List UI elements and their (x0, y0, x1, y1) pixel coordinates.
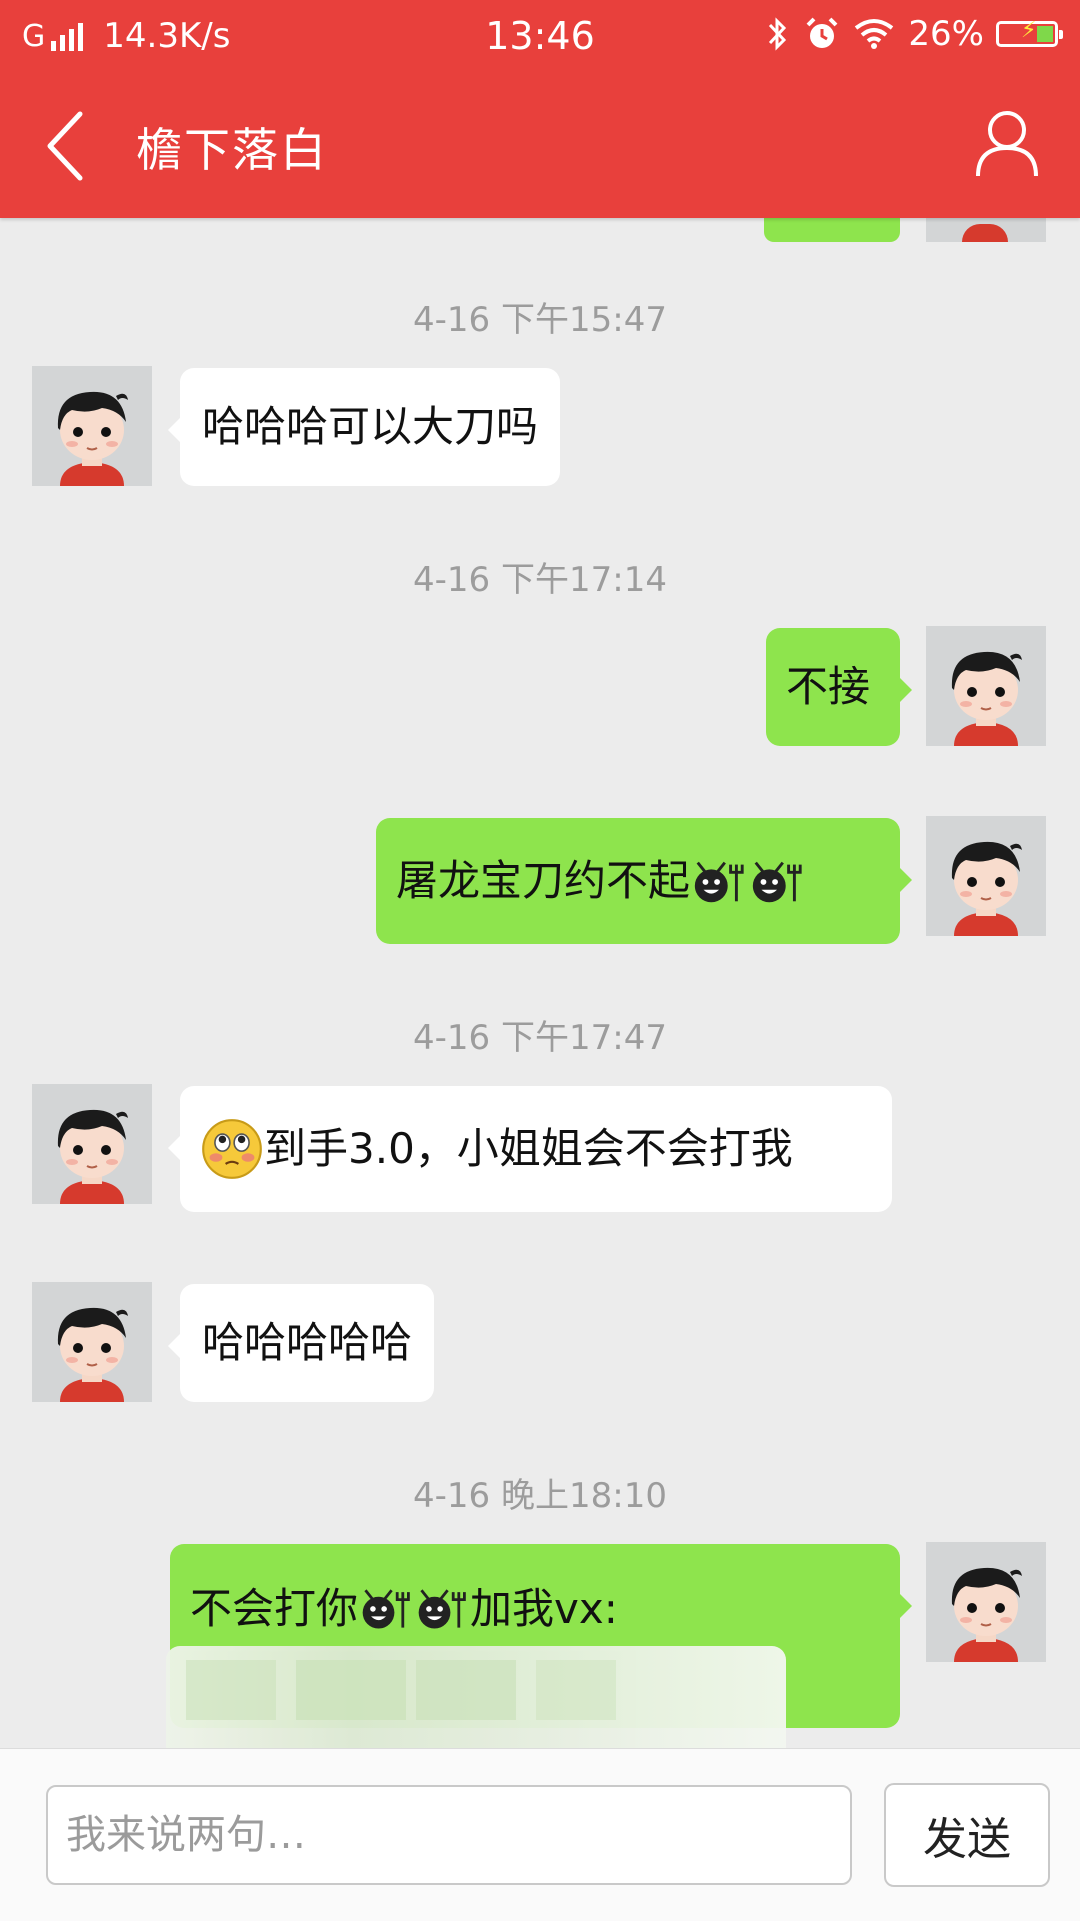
chat-area[interactable]: 4-16 下午15:47 哈哈哈可以大刀吗 4-16 下午17:14 不接 屠龙… (0, 218, 1080, 1748)
nav-bar: 檐下落白 (0, 72, 1080, 218)
contact-avatar[interactable] (32, 366, 152, 486)
previous-avatar (926, 218, 1046, 242)
incoming-message[interactable]: 哈哈哈哈哈 (167, 1284, 435, 1402)
outgoing-message[interactable]: 不接 (766, 628, 912, 746)
shy-face-emoji-icon (200, 1117, 264, 1181)
send-button[interactable]: 发送 (884, 1783, 1050, 1887)
wifi-icon (855, 19, 894, 49)
timestamp: 4-16 下午17:47 (413, 1018, 667, 1058)
message-text: 加我vx: (470, 1584, 618, 1633)
battery-icon: ⚡ (996, 18, 1063, 47)
contact-avatar[interactable] (32, 1282, 152, 1402)
outgoing-message[interactable]: 屠龙宝刀约不起 (376, 818, 912, 944)
message-text: 不会打你 (190, 1584, 359, 1633)
message-text: 到手3.0，小姐姐会不会打我 (264, 1123, 793, 1173)
message-text: 哈哈哈哈哈 (202, 1317, 413, 1367)
devil-emoji-icon (414, 1584, 470, 1632)
message-text: 哈哈哈可以大刀吗 (202, 401, 539, 451)
my-avatar[interactable] (926, 1542, 1046, 1662)
timestamp: 4-16 下午15:47 (413, 300, 667, 340)
incoming-message[interactable]: 到手3.0，小姐姐会不会打我 (168, 1086, 892, 1212)
my-avatar[interactable] (926, 626, 1046, 746)
chat-title: 檐下落白 (136, 123, 328, 177)
bluetooth-icon (769, 17, 787, 51)
devil-emoji-icon (748, 856, 806, 906)
status-bar: G 14.3K/s 13:46 26% ⚡ (0, 0, 1080, 72)
my-avatar[interactable] (926, 816, 1046, 936)
message-text: 屠龙宝刀约不起 (396, 855, 691, 905)
back-chevron-icon[interactable] (38, 106, 98, 186)
outgoing-message[interactable]: 不会打你 加我vx: (166, 1544, 912, 1748)
user-profile-icon[interactable] (974, 108, 1040, 178)
status-right: 26% ⚡ (766, 14, 1063, 54)
message-text: 不接 (786, 661, 871, 711)
timestamp: 4-16 下午17:14 (413, 560, 667, 600)
message-input[interactable] (46, 1785, 852, 1885)
devil-emoji-icon (358, 1584, 414, 1632)
devil-emoji-icon (690, 856, 748, 906)
alarm-icon (807, 17, 838, 48)
previous-message-bubble (764, 218, 900, 242)
top-bar: G 14.3K/s 13:46 26% ⚡ 檐下落白 (0, 0, 1080, 218)
battery-percent: 26% (908, 14, 984, 54)
contact-avatar[interactable] (32, 1084, 152, 1204)
timestamp: 4-16 晚上18:10 (413, 1476, 667, 1516)
blurred-contact-id (166, 1646, 786, 1748)
incoming-message[interactable]: 哈哈哈可以大刀吗 (167, 368, 561, 486)
input-bar: 发送 (0, 1748, 1080, 1921)
